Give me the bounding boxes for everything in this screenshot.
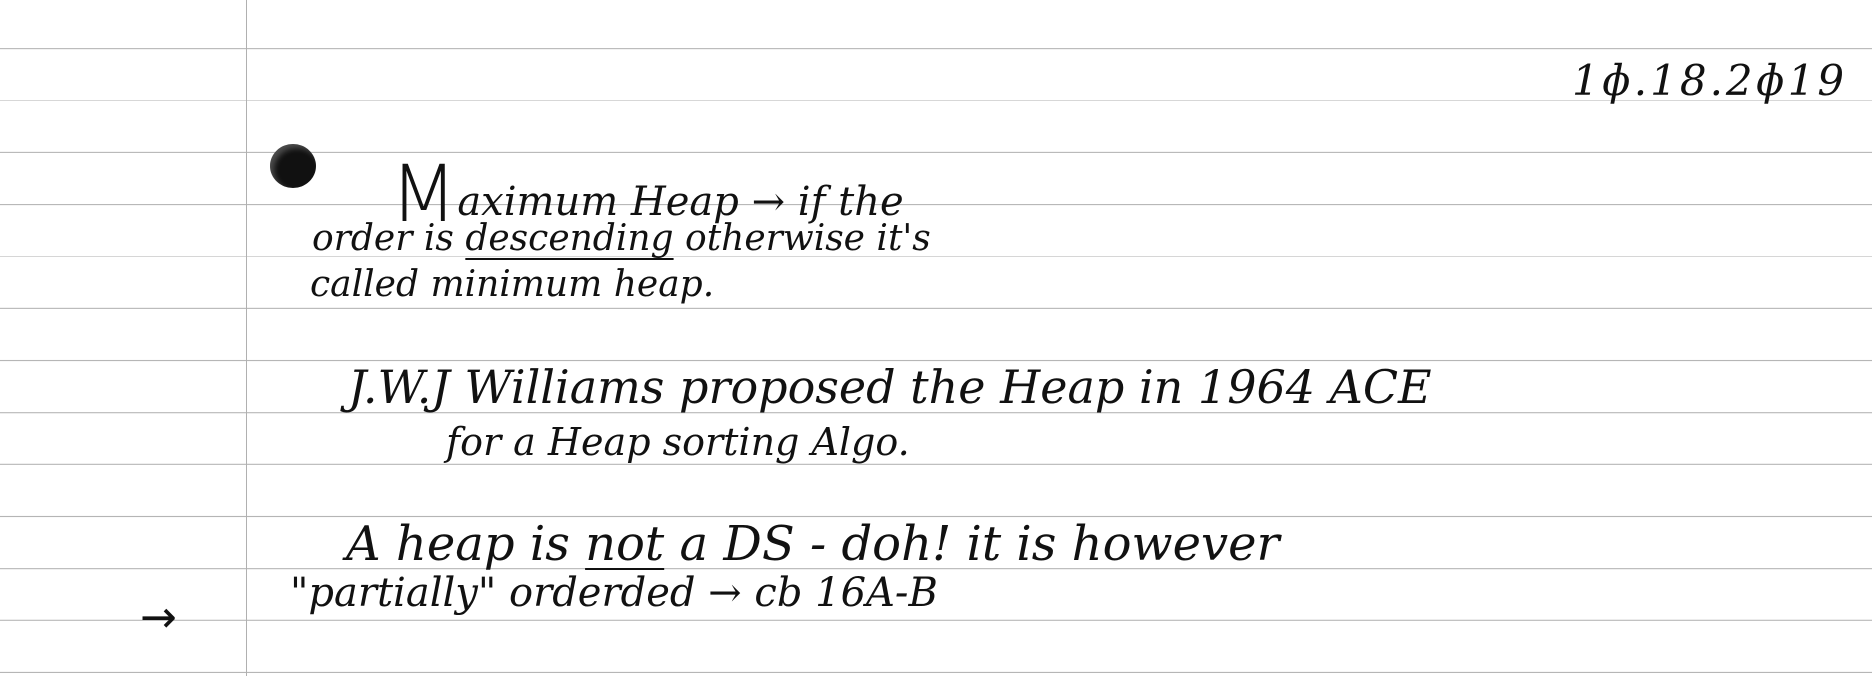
history-line-2: for a Heap sorting Algo. (446, 420, 910, 464)
remark-line-1: A heap is not a DS - doh! it is however (346, 516, 1279, 572)
history-line-1: J.W.J Williams proposed the Heap in 1964… (348, 360, 1432, 414)
text-segment: order is (312, 218, 466, 259)
remark-line-2: "partially" orderded → cb 16A-B (290, 570, 938, 616)
text-segment: a DS - doh! it is however (664, 516, 1280, 572)
margin-line (246, 0, 247, 676)
underlined-word: not (585, 516, 665, 572)
date: 1ɸ.18.2ɸ19 (1572, 56, 1848, 105)
text-segment: otherwise it's (673, 218, 931, 259)
underlined-word: descending (465, 218, 674, 259)
definition-line-2: called minimum heap. (310, 264, 715, 305)
margin-arrow-icon: → (140, 592, 177, 643)
text-segment: A heap is (346, 516, 586, 572)
definition-line-1: order is descending otherwise it's (312, 218, 931, 259)
bullet-point (270, 144, 316, 188)
lined-paper: 1ɸ.18.2ɸ19 Maximum Heap → if the order i… (0, 0, 1872, 676)
